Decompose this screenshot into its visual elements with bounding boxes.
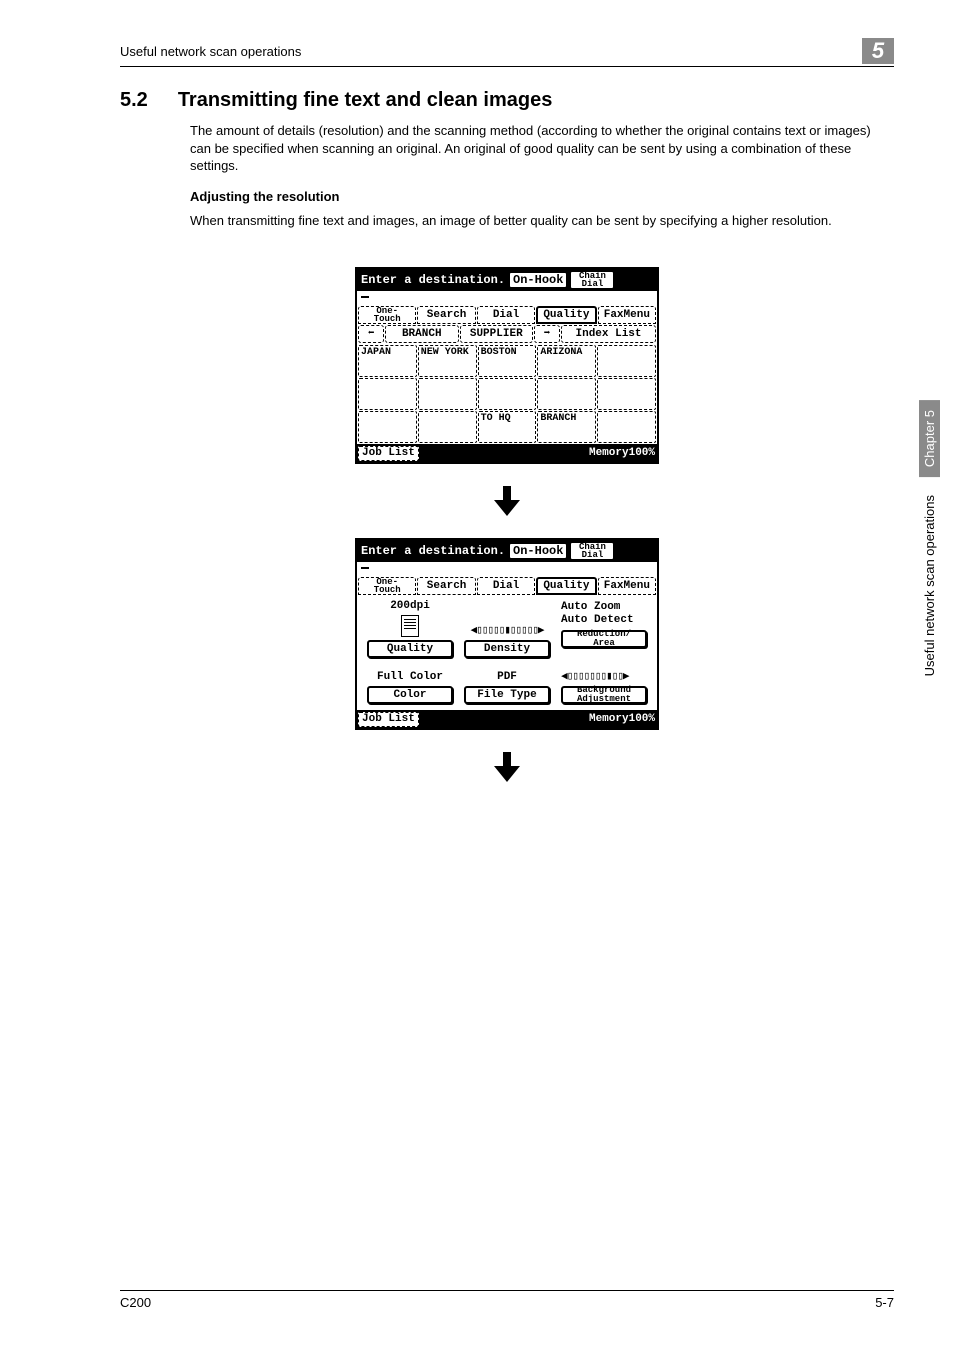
down-arrow-icon [494, 486, 520, 516]
dest-empty[interactable] [418, 411, 477, 443]
section-number: 5.2 [120, 89, 148, 112]
bg-slider-icon: ◀▯▯▯▯▯▯▯▮▯▯▶ [561, 672, 628, 683]
prompt-text: Enter a destination. [359, 545, 505, 557]
index-supplier[interactable]: SUPPLIER [460, 325, 534, 343]
tab-faxmenu[interactable]: FaxMenu [598, 306, 656, 324]
dest-empty[interactable] [418, 378, 477, 410]
dest-newyork[interactable]: NEW YORK [418, 345, 477, 377]
dest-empty[interactable] [537, 378, 596, 410]
dpi-value: 200dpi [390, 601, 430, 612]
job-list-button[interactable]: Job List [358, 712, 419, 727]
tab-onetouch[interactable]: One- Touch [358, 577, 416, 595]
auto-zoom-label: Auto Zoom [561, 601, 634, 614]
dest-japan[interactable]: JAPAN [358, 345, 417, 377]
dest-empty[interactable] [597, 345, 656, 377]
tab-search[interactable]: Search [417, 577, 475, 595]
index-next-button[interactable]: ➡ [534, 325, 560, 343]
tab-dial[interactable]: Dial [477, 306, 535, 324]
dest-boston[interactable]: BOSTON [478, 345, 537, 377]
side-chapter-tab: Chapter 5 [919, 400, 940, 477]
running-head: Useful network scan operations [120, 44, 301, 59]
dest-branch[interactable]: BRANCH [537, 411, 596, 443]
side-running-text: Useful network scan operations [922, 495, 937, 676]
color-button[interactable]: Color [367, 686, 453, 704]
tab-quality[interactable]: Quality [536, 306, 596, 324]
footer-page: 5-7 [875, 1295, 894, 1310]
index-branch[interactable]: BRANCH [385, 325, 459, 343]
background-adjust-button[interactable]: Background Adjustment [561, 686, 647, 704]
dest-empty[interactable] [358, 411, 417, 443]
lcd-panel-destination: Enter a destination. On-Hook Chain Dial … [355, 267, 659, 464]
reduction-area-button[interactable]: Reduction/ Area [561, 630, 647, 648]
dest-tohq[interactable]: TO HQ [478, 411, 537, 443]
onhook-button[interactable]: On-Hook [509, 272, 567, 288]
section-title: Transmitting fine text and clean images [178, 89, 553, 112]
dest-empty[interactable] [597, 411, 656, 443]
dest-empty[interactable] [597, 378, 656, 410]
tab-dial[interactable]: Dial [477, 577, 535, 595]
resolution-paragraph: When transmitting fine text and images, … [190, 212, 894, 230]
tab-quality[interactable]: Quality [536, 577, 596, 595]
index-prev-button[interactable]: ⬅ [358, 325, 384, 343]
chain-dial-button[interactable]: Chain Dial [570, 271, 614, 289]
dest-empty[interactable] [478, 378, 537, 410]
auto-detect-label: Auto Detect [561, 614, 634, 627]
dest-empty[interactable] [358, 378, 417, 410]
pdf-label: PDF [497, 672, 517, 683]
index-list-button[interactable]: Index List [561, 325, 656, 343]
intro-paragraph: The amount of details (resolution) and t… [190, 122, 894, 175]
tab-search[interactable]: Search [417, 306, 475, 324]
subheading-resolution: Adjusting the resolution [190, 189, 894, 204]
document-icon [401, 615, 419, 637]
text-cursor [361, 567, 369, 569]
lcd-panel-quality: Enter a destination. On-Hook Chain Dial … [355, 538, 659, 730]
chapter-badge: 5 [862, 38, 894, 64]
quality-button[interactable]: Quality [367, 640, 453, 658]
tab-onetouch[interactable]: One- Touch [358, 306, 416, 324]
chain-dial-button[interactable]: Chain Dial [570, 542, 614, 560]
memory-indicator: Memory100% [589, 448, 657, 459]
tab-faxmenu[interactable]: FaxMenu [598, 577, 656, 595]
text-cursor [361, 296, 369, 298]
prompt-text: Enter a destination. [359, 274, 505, 286]
memory-indicator: Memory100% [589, 714, 657, 725]
footer-model: C200 [120, 1295, 151, 1310]
down-arrow-icon [494, 752, 520, 782]
file-type-button[interactable]: File Type [464, 686, 550, 704]
onhook-button[interactable]: On-Hook [509, 543, 567, 559]
dest-arizona[interactable]: ARIZONA [537, 345, 596, 377]
full-color-label: Full Color [377, 672, 443, 683]
density-slider-icon: ◀▯▯▯▯▯▮▯▯▯▯▯▶ [470, 626, 543, 637]
density-button[interactable]: Density [464, 640, 550, 658]
job-list-button[interactable]: Job List [358, 446, 419, 461]
